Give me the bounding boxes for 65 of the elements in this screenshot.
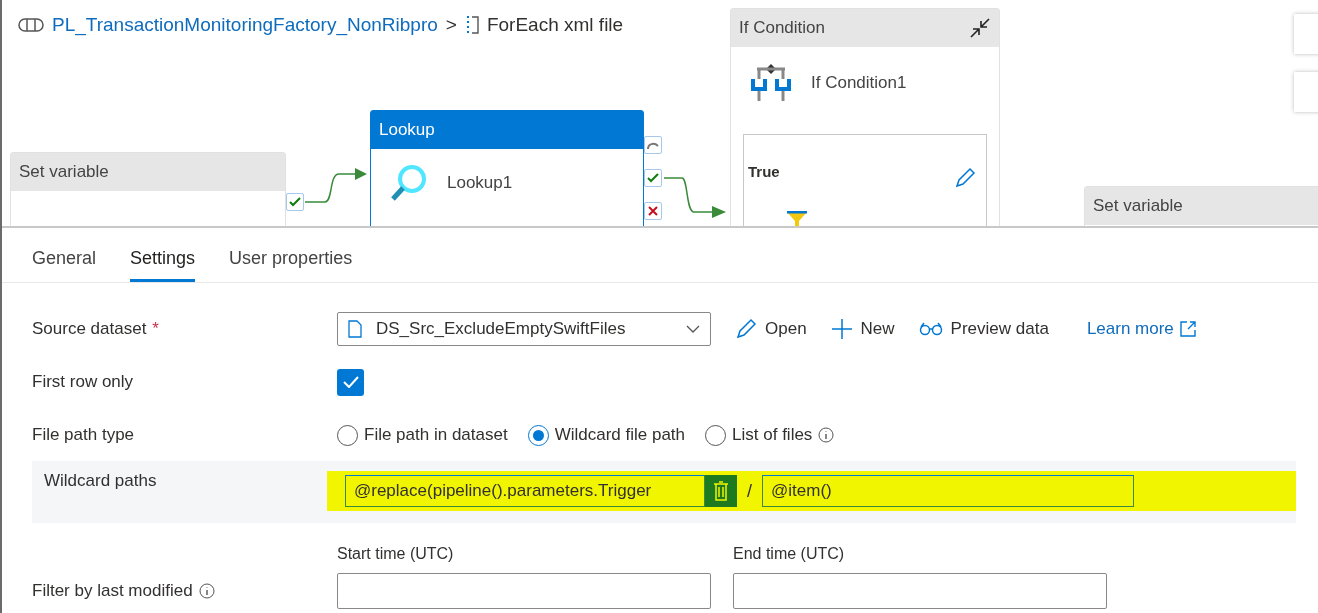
start-time-field[interactable] <box>337 573 711 609</box>
info-icon <box>198 583 215 599</box>
container-node[interactable]: If Condition If Condition1 True <box>730 8 1000 226</box>
plus-icon <box>830 318 853 340</box>
collapse-icon[interactable] <box>969 17 991 39</box>
node-title: Set variable <box>1093 196 1183 216</box>
close-icon <box>648 206 658 216</box>
delete-button[interactable] <box>705 475 737 507</box>
external-link-icon <box>1179 321 1196 337</box>
toolbar-action[interactable]: Open <box>735 318 807 340</box>
node-title: Set variable <box>19 162 109 182</box>
check-icon <box>289 197 301 207</box>
breadcrumb-separator: > <box>445 14 457 36</box>
trash-icon <box>713 481 729 501</box>
chevron-down-icon <box>686 325 700 333</box>
field-label: End time (UTC) <box>733 545 846 563</box>
connector-arrow <box>664 176 728 220</box>
foreach-icon <box>464 16 479 34</box>
connector-arrow <box>305 168 369 206</box>
activity-node[interactable]: Lookup Lookup1 <box>370 110 644 226</box>
skip-port[interactable] <box>644 136 662 154</box>
success-port[interactable] <box>644 169 662 187</box>
tab[interactable]: Settings <box>130 248 196 282</box>
end-time-field[interactable] <box>733 573 1107 609</box>
node-name: Lookup1 <box>447 173 513 193</box>
branch-label: True <box>748 163 780 180</box>
check-icon <box>647 173 659 183</box>
checkbox[interactable] <box>337 368 364 396</box>
glasses-icon <box>918 322 943 336</box>
path-separator: / <box>747 480 752 502</box>
tab[interactable]: General <box>32 248 97 282</box>
field-label: Wildcard paths <box>44 471 158 491</box>
file-name-field[interactable]: @item() <box>762 475 1134 507</box>
field-label: File path type <box>32 425 136 445</box>
filter-icon <box>786 211 808 226</box>
tab[interactable]: User properties <box>229 248 353 282</box>
node-title: Lookup <box>379 120 435 140</box>
field-label: Filter by last modified <box>32 581 193 601</box>
checkmark-icon <box>342 376 359 388</box>
node-title: If Condition <box>739 18 825 38</box>
redo-icon <box>647 140 659 150</box>
success-port[interactable] <box>286 193 304 211</box>
file-icon <box>348 320 362 338</box>
dataset-dropdown[interactable]: DS_Src_ExcludeEmptySwiftFiles <box>337 312 711 346</box>
field-label: First row only <box>32 372 135 392</box>
radio-option[interactable]: Wildcard file path <box>527 424 686 446</box>
pencil-icon <box>735 318 757 340</box>
radio-option[interactable]: List of files <box>705 424 835 446</box>
radio-option[interactable]: File path in dataset <box>337 424 508 446</box>
folder-path-field[interactable]: @replace(pipeline().parameters.Trigger <box>345 475 705 507</box>
node-name: If Condition1 <box>811 73 907 93</box>
activity-node[interactable]: Set variable <box>10 152 286 226</box>
failure-port[interactable] <box>644 202 662 220</box>
field-label: Source dataset * <box>32 319 159 339</box>
toolbar-action[interactable]: New <box>830 318 895 340</box>
field-label: Start time (UTC) <box>337 545 455 563</box>
learn-more-link[interactable]: Learn more <box>1086 319 1196 339</box>
info-icon <box>818 427 835 443</box>
activity-node[interactable]: Set variable <box>1084 186 1318 226</box>
edit-icon[interactable] <box>954 167 976 189</box>
activity-title: ForEach xml file <box>486 14 624 36</box>
search-icon <box>389 163 429 203</box>
pipeline-link[interactable]: PL_TransactionMonitoringFactory_NonRibpro <box>52 14 438 36</box>
toolbar-action[interactable]: Preview data <box>918 319 1049 339</box>
pipeline-icon <box>18 18 44 32</box>
